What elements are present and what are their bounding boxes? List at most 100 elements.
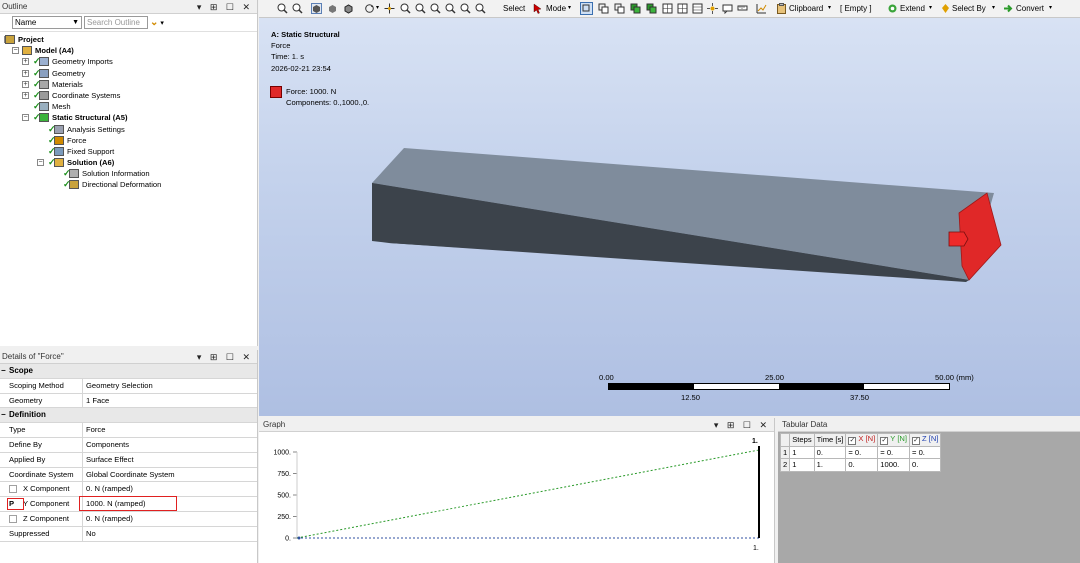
details-row[interactable]: X Component 0. N (ramped)	[0, 482, 257, 498]
edge-select-icon[interactable]	[598, 3, 609, 14]
explode-icon[interactable]	[707, 3, 718, 14]
tree-item[interactable]: ✓ Fixed Support	[0, 146, 257, 157]
zoom-icon[interactable]	[400, 3, 411, 14]
panel-controls[interactable]: ▾ ⊞ ☐ ✕	[714, 418, 770, 432]
panel-controls[interactable]: ▾ ⊞ ☐ ✕	[197, 0, 253, 14]
details-row[interactable]: Z Component 0. N (ramped)	[0, 511, 257, 527]
details-row[interactable]: Type Force	[0, 423, 257, 438]
column-checkbox[interactable]: ✓	[880, 437, 889, 446]
table-header[interactable]: ✓ Y [N]	[877, 433, 911, 447]
model-geometry[interactable]	[259, 18, 1080, 416]
extend-button[interactable]: Extend	[900, 2, 925, 15]
tree-item[interactable]: −Project	[0, 34, 257, 45]
table-cell[interactable]: 1	[779, 445, 791, 459]
details-value[interactable]: Geometry Selection	[83, 379, 257, 393]
ruler-icon[interactable]	[737, 3, 748, 14]
table-cell[interactable]: 1	[789, 458, 815, 472]
tree-item[interactable]: ✓ Solution Information	[0, 168, 257, 179]
clipboard-button[interactable]: Clipboard	[789, 2, 823, 15]
expand-icon[interactable]: +	[22, 91, 29, 99]
details-value[interactable]: 0. N (ramped)	[83, 512, 257, 526]
tabular-data-table[interactable]: Steps Time [s] ✓ X [N] ✓ Y [N] ✓ Z [N] 1 1 0. = 0. =…	[779, 433, 942, 472]
name-filter-select[interactable]: Name ▼	[12, 16, 82, 29]
graph-icon[interactable]	[756, 3, 767, 14]
table-cell[interactable]: = 0.	[877, 445, 911, 459]
table-header[interactable]: Time [s]	[813, 433, 847, 447]
select-by-icon[interactable]	[940, 3, 951, 14]
table-cell[interactable]: 0.	[813, 445, 847, 459]
table-cell[interactable]: 2	[779, 458, 791, 472]
element-body-select-icon[interactable]	[692, 3, 703, 14]
expand-icon[interactable]: +	[22, 69, 29, 77]
zoom-next-icon[interactable]	[475, 3, 486, 14]
mode-dropdown-icon[interactable]: ▾	[568, 2, 571, 15]
table-cell[interactable]: 1000.	[877, 458, 911, 472]
details-value[interactable]: No	[83, 527, 257, 541]
element-face-select-icon[interactable]	[662, 3, 673, 14]
collapse-icon[interactable]: −	[37, 159, 44, 167]
panel-controls[interactable]: ▾ ⊞ ☐ ✕	[197, 350, 253, 364]
extend-dropdown-icon[interactable]: ▾	[929, 2, 932, 15]
rotate-dropdown-icon[interactable]: ▾	[376, 2, 379, 15]
details-section-header[interactable]: − Scope	[0, 364, 257, 379]
details-row[interactable]: PY Component 1000. N (ramped)	[0, 496, 257, 512]
details-row[interactable]: Suppressed No	[0, 526, 257, 542]
select-by-dropdown-icon[interactable]: ▾	[992, 2, 995, 15]
cube-icon[interactable]	[327, 3, 338, 14]
clipboard-icon[interactable]	[776, 3, 787, 14]
table-header[interactable]: Steps	[789, 433, 815, 447]
details-value[interactable]: 1000. N (ramped)	[79, 496, 257, 512]
select-button[interactable]: Select	[503, 2, 525, 15]
graphics-viewport[interactable]: A: Static Structural Force Time: 1. s 20…	[259, 18, 1080, 416]
tree-item[interactable]: ✓ Directional Deformation	[0, 179, 257, 190]
parameter-checkbox[interactable]	[9, 485, 17, 494]
tree-item[interactable]: − ✓ Solution (A6)	[0, 157, 257, 168]
tree-item[interactable]: + ✓ Geometry Imports	[0, 56, 257, 67]
zoom-out-icon[interactable]	[292, 3, 303, 14]
tree-item[interactable]: − Model (A4)	[0, 45, 257, 56]
details-value[interactable]: 1 Face	[83, 394, 257, 408]
dropdown-icon[interactable]: ▾	[160, 19, 164, 27]
zoom-in-icon[interactable]	[277, 3, 288, 14]
filter-chevron-icon[interactable]: ⌄	[150, 17, 158, 28]
table-header[interactable]: ✓ Z [N]	[909, 433, 942, 447]
collapse-icon[interactable]: −	[22, 114, 29, 122]
expand-icon[interactable]: +	[22, 80, 29, 88]
zoom-previous-icon[interactable]	[460, 3, 471, 14]
details-section-header[interactable]: − Definition	[0, 408, 257, 424]
mode-button[interactable]: Mode	[546, 2, 566, 15]
details-value[interactable]: 0. N (ramped)	[83, 482, 257, 496]
table-cell[interactable]: 1	[789, 445, 815, 459]
cube-solid-icon[interactable]	[311, 3, 322, 14]
details-row[interactable]: Applied By Surface Effect	[0, 452, 257, 468]
convert-button[interactable]: Convert	[1016, 2, 1044, 15]
cube-edges-icon[interactable]	[343, 3, 354, 14]
select-by-button[interactable]: Select By	[952, 2, 986, 15]
details-row[interactable]: Geometry 1 Face	[0, 393, 257, 409]
body-select-icon[interactable]	[630, 3, 641, 14]
details-value[interactable]: Force	[83, 423, 257, 437]
details-value[interactable]: Global Coordinate System	[83, 468, 257, 482]
details-value[interactable]: Components	[83, 438, 257, 452]
zoom-fit-icon[interactable]	[430, 3, 441, 14]
tree-item[interactable]: + ✓ Coordinate Systems	[0, 90, 257, 101]
convert-icon[interactable]	[1003, 3, 1014, 14]
table-cell[interactable]: 0.	[845, 458, 879, 472]
table-header[interactable]: ✓ X [N]	[845, 433, 879, 447]
details-value[interactable]: Surface Effect	[83, 453, 257, 467]
collapse-icon[interactable]: −	[12, 47, 19, 55]
table-cell[interactable]: 1.	[813, 458, 847, 472]
vertex-select-icon[interactable]	[580, 2, 593, 15]
node-select-icon[interactable]	[646, 3, 657, 14]
details-row[interactable]: Coordinate System Global Coordinate Syste…	[0, 467, 257, 483]
zoom-selection-icon[interactable]	[445, 3, 456, 14]
tree-item[interactable]: − ✓ Static Structural (A5)	[0, 112, 257, 123]
zoom-box-icon[interactable]	[415, 3, 426, 14]
pan-icon[interactable]	[384, 3, 395, 14]
table-cell[interactable]: 0.	[909, 458, 942, 472]
collapse-icon[interactable]: −	[1, 408, 6, 422]
column-checkbox[interactable]: ✓	[912, 437, 921, 446]
extend-icon[interactable]	[887, 3, 898, 14]
collapse-icon[interactable]: −	[1, 364, 6, 378]
cursor-mode-icon[interactable]	[533, 3, 544, 14]
